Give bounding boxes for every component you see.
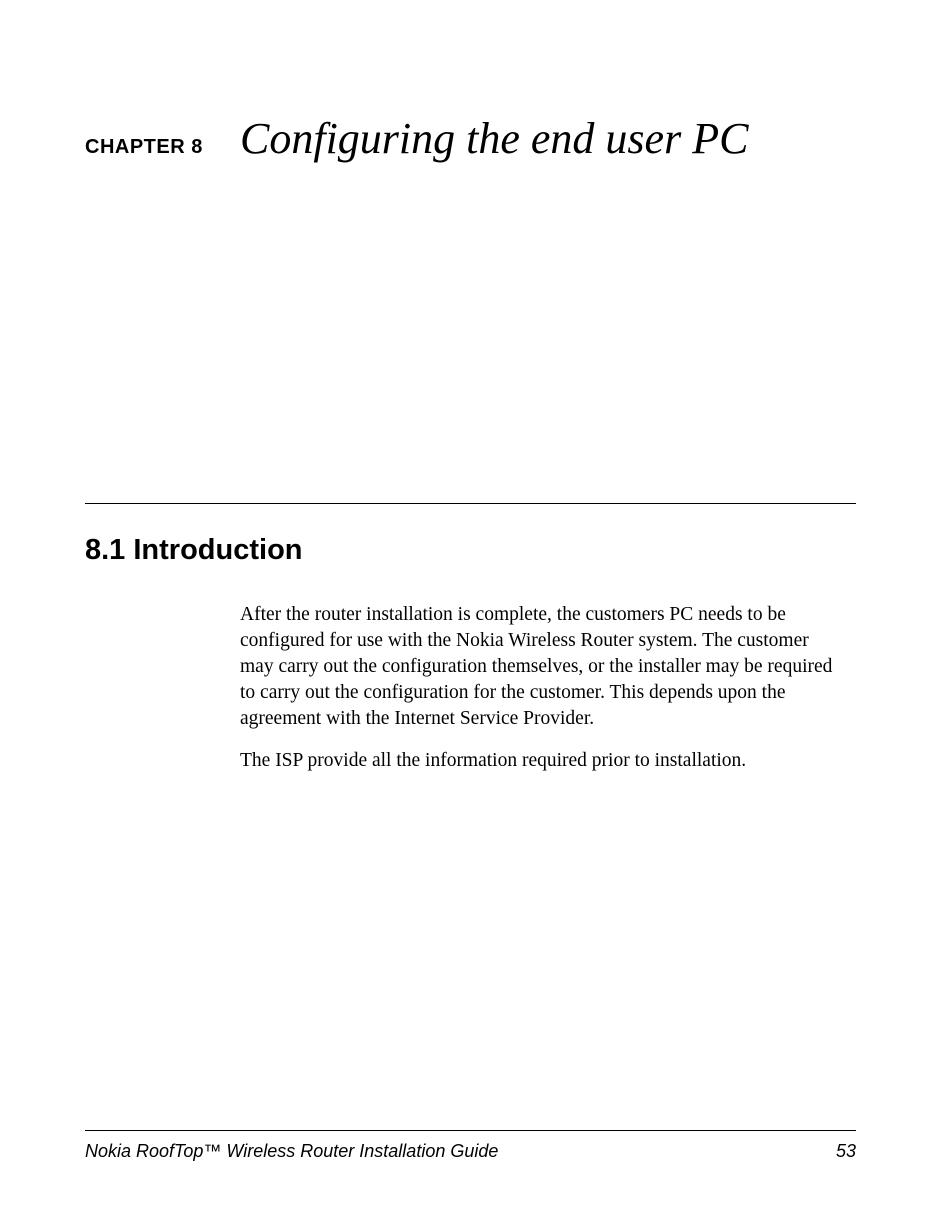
chapter-title: Configuring the end user PC — [240, 115, 748, 163]
chapter-header: CHAPTER 8 Configuring the end user PC — [85, 115, 856, 163]
page-footer: Nokia RoofTop™ Wireless Router Installat… — [85, 1130, 856, 1162]
section-divider — [85, 503, 856, 504]
body-text-block: After the router installation is complet… — [240, 602, 841, 774]
footer-guide-title: Nokia RoofTop™ Wireless Router Installat… — [85, 1141, 498, 1162]
footer-text-row: Nokia RoofTop™ Wireless Router Installat… — [85, 1141, 856, 1162]
section-heading: 8.1 Introduction — [85, 534, 856, 567]
body-paragraph: After the router installation is complet… — [240, 602, 841, 732]
footer-divider — [85, 1130, 856, 1131]
page-number: 53 — [836, 1141, 856, 1162]
document-page: CHAPTER 8 Configuring the end user PC 8.… — [0, 0, 941, 1217]
chapter-label: CHAPTER 8 — [85, 136, 240, 159]
body-paragraph: The ISP provide all the information requ… — [240, 748, 841, 774]
